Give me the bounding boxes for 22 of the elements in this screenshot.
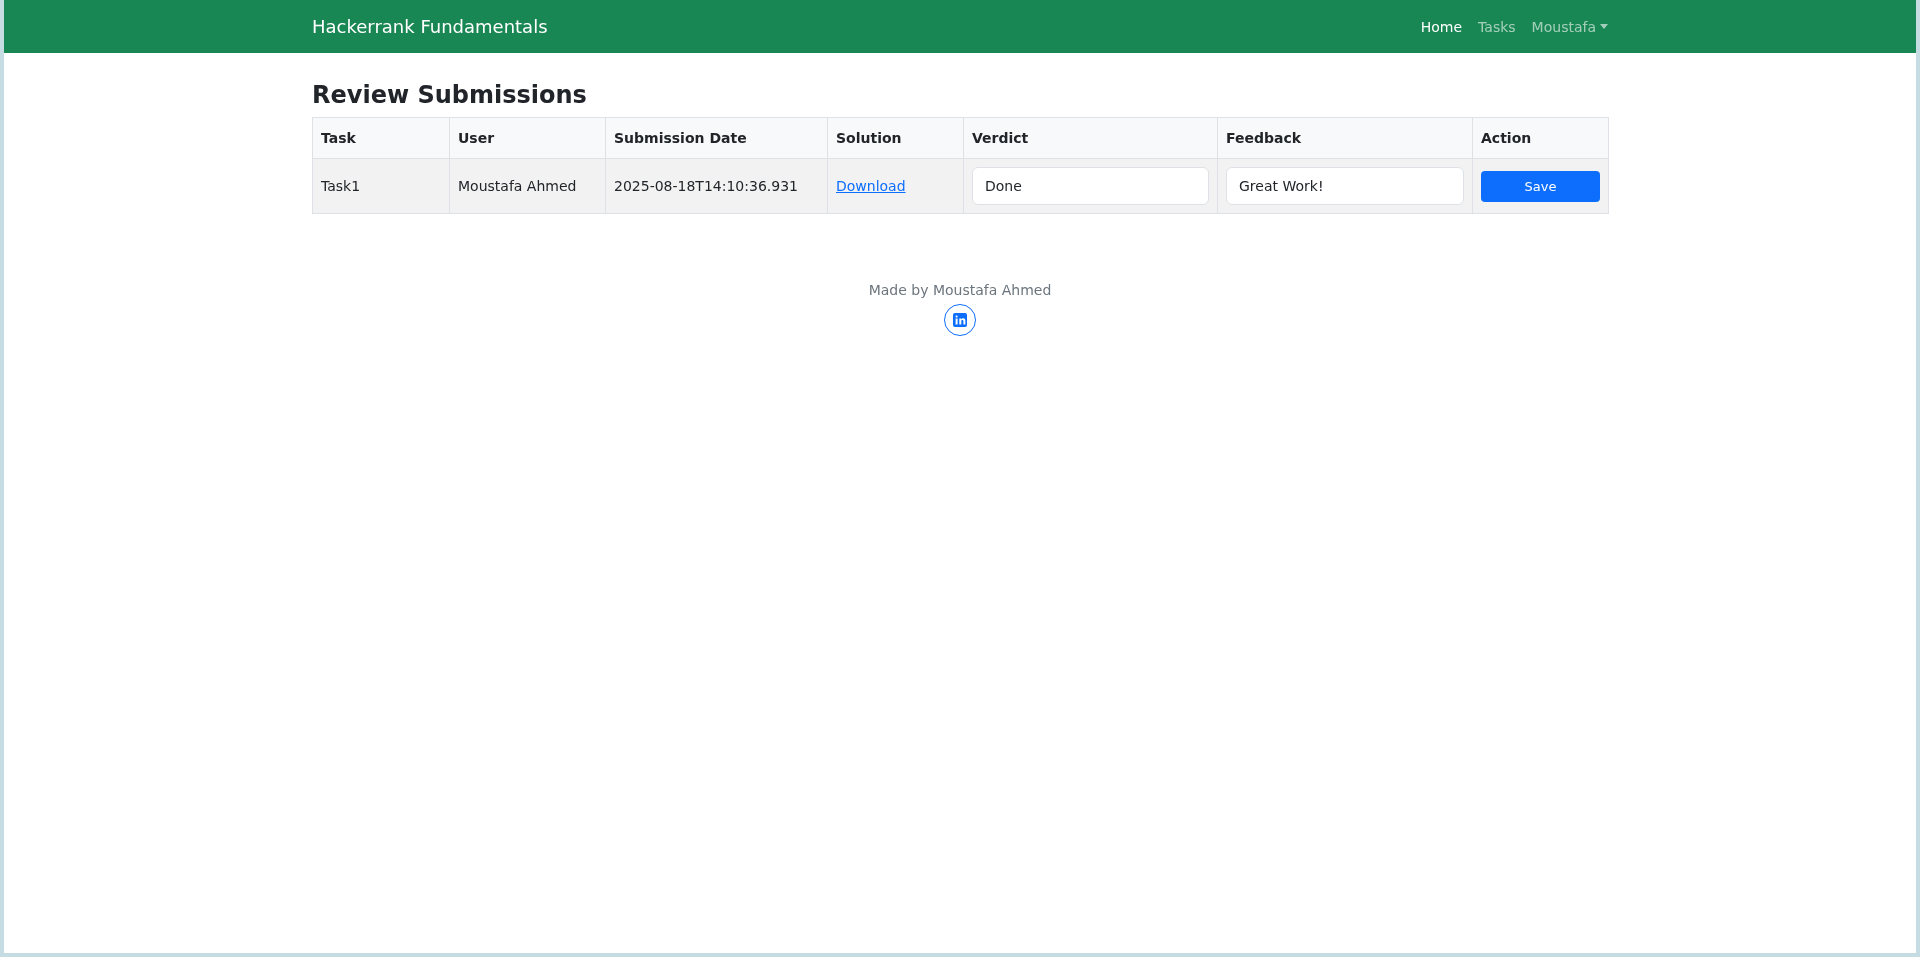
footer-text: Made by Moustafa Ahmed [868,282,1052,299]
linkedin-icon [952,312,968,329]
nav-link[interactable]: Tasks [1478,18,1516,35]
column-header: Submission Date [605,117,828,159]
table-cell: Moustafa Ahmed [449,158,606,214]
table-cell: Task1 [312,158,450,214]
column-header: Feedback [1217,117,1473,159]
table-cell: 2025-08-18T14:10:36.931 [605,158,828,214]
caret-icon [1600,24,1608,29]
nav-link[interactable]: Home [1420,18,1463,35]
column-header: Action [1472,117,1609,159]
feedback-field[interactable]: Great Work! [1226,167,1464,206]
column-header: Verdict [963,117,1218,159]
user-dropdown[interactable]: Moustafa [1531,18,1608,35]
column-header: User [449,117,606,159]
column-header: Task [312,117,450,159]
download-link[interactable]: Download [836,178,906,195]
save-button[interactable]: Save [1481,170,1600,202]
column-header: Solution [827,117,964,159]
verdict-field[interactable]: Done [972,167,1209,206]
brand-link[interactable]: Hackerrank Fundamentals [312,16,548,37]
page-title: Review Submissions [312,80,588,111]
